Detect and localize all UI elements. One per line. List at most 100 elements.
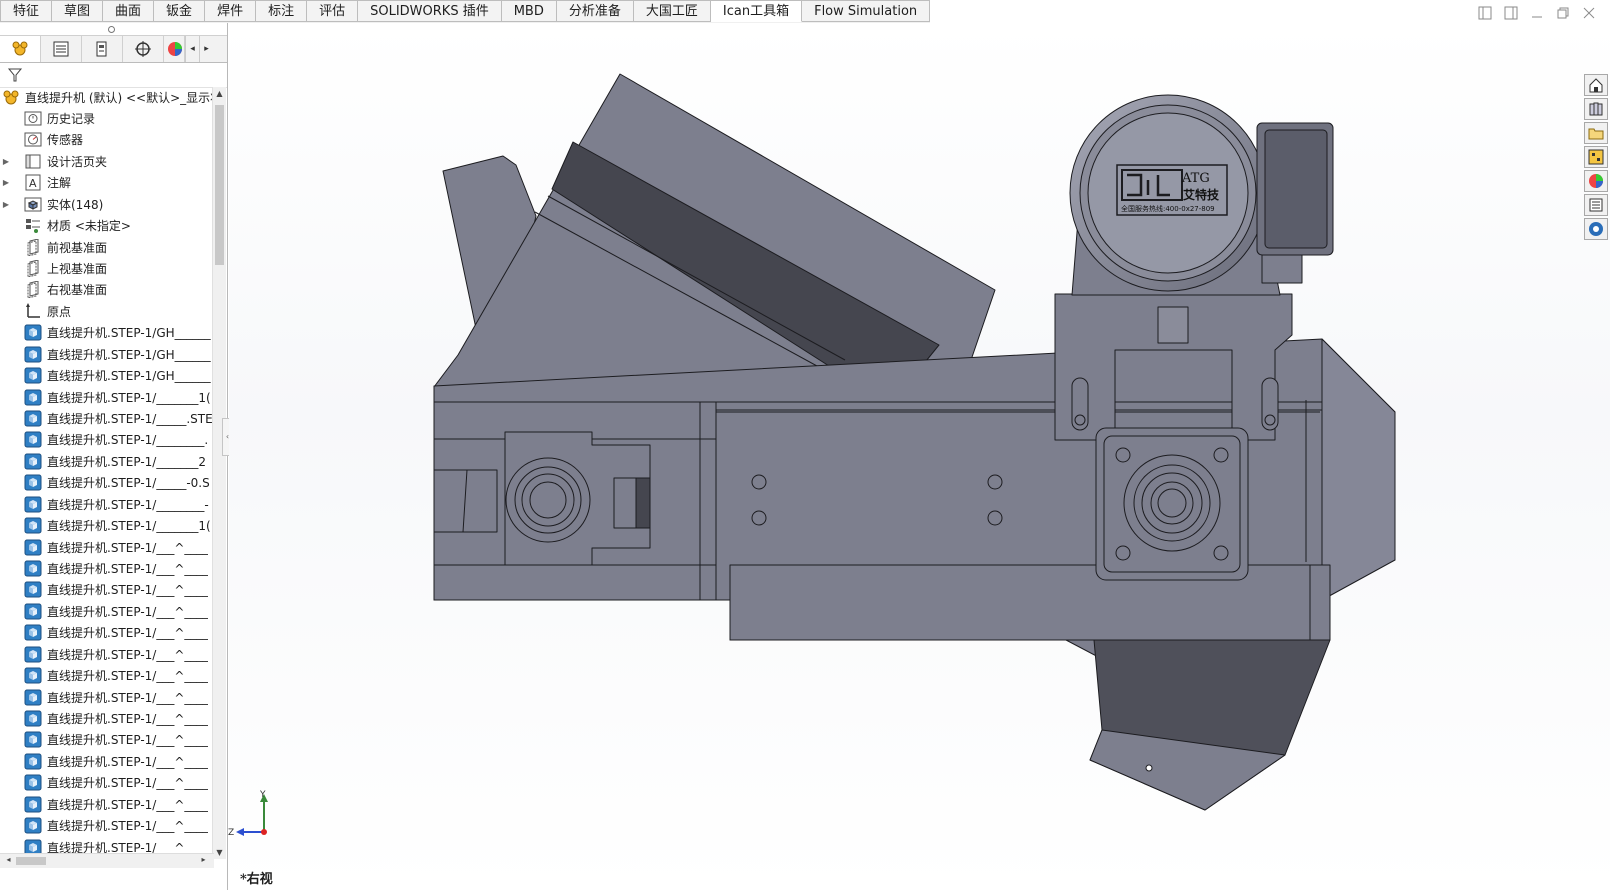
tree-item-part[interactable]: 直线提升机.STEP-1/_____.STE bbox=[0, 408, 214, 429]
panel-right-icon[interactable] bbox=[1504, 6, 1518, 20]
tree-item-label: 右视基准面 bbox=[47, 283, 108, 298]
solidworks-resources-icon[interactable] bbox=[1584, 74, 1608, 96]
tab-9[interactable]: 分析准备 bbox=[556, 0, 634, 22]
tree-item-label: 直线提升机.STEP-1/GH______ bbox=[47, 326, 211, 341]
configuration-manager-tab-icon[interactable] bbox=[82, 36, 123, 62]
tab-4[interactable]: 焊件 bbox=[205, 0, 257, 22]
tab-10[interactable]: 大国工匠 bbox=[633, 0, 711, 22]
tree-item-part[interactable]: 直线提升机.STEP-1/_______1( bbox=[0, 387, 214, 408]
tree-item-part[interactable]: 直线提升机.STEP-1/___^____ bbox=[0, 815, 214, 836]
tree-vertical-scrollbar[interactable]: ▲ ▼ bbox=[212, 87, 226, 859]
tree-item-part[interactable]: 直线提升机.STEP-1/___^____ bbox=[0, 772, 214, 793]
tree-item[interactable]: ▶ 设计活页夹 bbox=[0, 151, 214, 172]
tree-item[interactable]: 右视基准面 bbox=[0, 279, 214, 300]
part-icon bbox=[24, 496, 42, 513]
tree-item-part[interactable]: 直线提升机.STEP-1/________. bbox=[0, 429, 214, 450]
tree-item-part[interactable]: 直线提升机.STEP-1/_______1( bbox=[0, 515, 214, 536]
vertical-scroll-thumb[interactable] bbox=[215, 105, 224, 265]
part-icon bbox=[24, 796, 42, 813]
expand-arrow-icon[interactable]: ▶ bbox=[0, 157, 12, 166]
tree-item[interactable]: 前视基准面 bbox=[0, 237, 214, 258]
part-icon bbox=[24, 517, 42, 534]
design-library-icon[interactable] bbox=[1584, 98, 1608, 120]
tree-item-part[interactable]: 直线提升机.STEP-1/___^____ bbox=[0, 558, 214, 579]
tree-item-part[interactable]: 直线提升机.STEP-1/________- bbox=[0, 494, 214, 515]
part-icon bbox=[24, 474, 42, 491]
tree-root-assembly[interactable]: 直线提升机 (默认) <<默认>_显示状态 bbox=[0, 87, 214, 108]
panel-left-icon[interactable] bbox=[1478, 6, 1492, 20]
scroll-down-icon[interactable]: ▼ bbox=[213, 848, 226, 857]
restore-icon[interactable] bbox=[1556, 6, 1570, 20]
tree-item-part[interactable]: 直线提升机.STEP-1/___^____ bbox=[0, 622, 214, 643]
tree-item-part[interactable]: 直线提升机.STEP-1/_______2 bbox=[0, 451, 214, 472]
tree-item-part[interactable]: 直线提升机.STEP-1/GH______ bbox=[0, 344, 214, 365]
custom-properties-icon[interactable] bbox=[1584, 194, 1608, 216]
tree-item-part[interactable]: 直线提升机.STEP-1/___^____ bbox=[0, 579, 214, 600]
feature-manager-tab-icon[interactable] bbox=[0, 36, 41, 62]
model-drawing[interactable]: ATG 艾特技 全国服务热线:400-0x27-809 bbox=[229, 23, 1610, 890]
tree-item-part[interactable]: 直线提升机.STEP-1/___^____ bbox=[0, 794, 214, 815]
part-icon bbox=[24, 689, 42, 706]
tree-item-part[interactable]: 直线提升机.STEP-1/___^____ bbox=[0, 708, 214, 729]
part-icon bbox=[24, 646, 42, 663]
view-palette-icon[interactable] bbox=[1584, 146, 1608, 168]
tree-item-label: 直线提升机.STEP-1/________- bbox=[47, 497, 209, 512]
close-icon[interactable] bbox=[1582, 6, 1596, 20]
scroll-left-icon[interactable]: ◂ bbox=[2, 855, 15, 864]
panel-grip[interactable] bbox=[0, 23, 227, 36]
tab-1[interactable]: 草图 bbox=[52, 0, 104, 22]
tab-scroll-right-icon[interactable]: ▸ bbox=[199, 36, 213, 62]
tree-item-label: 直线提升机.STEP-1/___^____ bbox=[47, 604, 209, 619]
tree-item-part[interactable]: 直线提升机.STEP-1/_____-0.S bbox=[0, 472, 214, 493]
tree-item[interactable]: ▶ 实体(148) bbox=[0, 194, 214, 215]
tree-item-part[interactable]: 直线提升机.STEP-1/___^____ bbox=[0, 644, 214, 665]
tab-scroll-left-icon[interactable]: ◂ bbox=[185, 36, 199, 62]
filter-icon[interactable] bbox=[7, 67, 23, 83]
tab-7[interactable]: SOLIDWORKS 插件 bbox=[358, 0, 502, 22]
file-explorer-icon[interactable] bbox=[1584, 122, 1608, 144]
scroll-up-icon[interactable]: ▲ bbox=[213, 89, 226, 98]
tab-0[interactable]: 特征 bbox=[0, 0, 53, 22]
scroll-right-icon[interactable]: ▸ bbox=[197, 855, 210, 864]
tab-5[interactable]: 标注 bbox=[256, 0, 308, 22]
tab-2[interactable]: 曲面 bbox=[103, 0, 155, 22]
expand-arrow-icon[interactable]: ▶ bbox=[0, 178, 12, 187]
tree-item-label: 直线提升机.STEP-1/___^____ bbox=[47, 754, 209, 769]
nameplate-hotline: 全国服务热线:400-0x27-809 bbox=[1121, 204, 1215, 213]
minimize-icon[interactable] bbox=[1530, 6, 1544, 20]
display-manager-tab-icon[interactable] bbox=[164, 36, 185, 62]
appearances-scenes-icon[interactable] bbox=[1584, 170, 1608, 192]
triad-z-label: Z bbox=[228, 828, 234, 838]
graphics-area[interactable]: ATG 艾特技 全国服务热线:400-0x27-809 Y Z bbox=[228, 23, 1610, 890]
tree-item[interactable]: 材质 <未指定> bbox=[0, 215, 214, 236]
tree-item-part[interactable]: 直线提升机.STEP-1/___^____ bbox=[0, 665, 214, 686]
tab-3[interactable]: 钣金 bbox=[154, 0, 206, 22]
tree-item-part[interactable]: 直线提升机.STEP-1/___^____ bbox=[0, 601, 214, 622]
property-manager-tab-icon[interactable] bbox=[41, 36, 82, 62]
tree-item-part[interactable]: 直线提升机.STEP-1/___^____ bbox=[0, 751, 214, 772]
part-icon bbox=[24, 581, 42, 598]
solidworks-forum-icon[interactable] bbox=[1584, 218, 1608, 240]
tree-item[interactable]: 原点 bbox=[0, 301, 214, 322]
tree-item-part[interactable]: 直线提升机.STEP-1/___^____ bbox=[0, 729, 214, 750]
horizontal-scroll-thumb[interactable] bbox=[16, 857, 46, 865]
part-icon bbox=[24, 603, 42, 620]
tree-item-part[interactable]: 直线提升机.STEP-1/___^____ bbox=[0, 687, 214, 708]
tree-horizontal-scrollbar[interactable]: ◂ ▸ bbox=[0, 853, 214, 868]
tree-item-part[interactable]: 直线提升机.STEP-1/GH______ bbox=[0, 365, 214, 386]
tab-12[interactable]: Flow Simulation bbox=[802, 0, 931, 22]
tree-item-label: 设计活页夹 bbox=[47, 154, 108, 169]
plane-icon bbox=[24, 281, 42, 299]
tree-filter[interactable] bbox=[0, 63, 227, 88]
tree-item[interactable]: ▶ A 注解 bbox=[0, 172, 214, 193]
tab-11[interactable]: Ican工具箱 bbox=[710, 0, 803, 22]
tree-item[interactable]: 传感器 bbox=[0, 129, 214, 150]
tree-item[interactable]: 历史记录 bbox=[0, 108, 214, 129]
tree-item-part[interactable]: 直线提升机.STEP-1/GH______ bbox=[0, 322, 214, 343]
tree-item[interactable]: 上视基准面 bbox=[0, 258, 214, 279]
dimxpert-manager-tab-icon[interactable] bbox=[123, 36, 164, 62]
expand-arrow-icon[interactable]: ▶ bbox=[0, 200, 12, 209]
tab-6[interactable]: 评估 bbox=[307, 0, 359, 22]
tab-8[interactable]: MBD bbox=[501, 0, 557, 22]
tree-item-part[interactable]: 直线提升机.STEP-1/___^____ bbox=[0, 537, 214, 558]
